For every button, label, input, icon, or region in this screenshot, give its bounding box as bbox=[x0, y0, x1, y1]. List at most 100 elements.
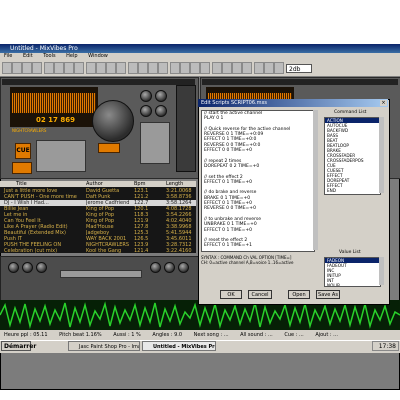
toolbar-button[interactable] bbox=[128, 62, 138, 74]
deck-left-cue-button[interactable]: CUE bbox=[15, 143, 31, 159]
toolbar-button[interactable] bbox=[2, 62, 12, 74]
playlist-cell-author: Kool the Gang bbox=[86, 248, 122, 254]
toolbar-button[interactable] bbox=[116, 62, 126, 74]
mixer-knob[interactable] bbox=[150, 262, 161, 273]
toolbar-button[interactable] bbox=[54, 62, 64, 74]
deck-left-header bbox=[2, 79, 195, 85]
playlist-cell-length: 3:22.4160 bbox=[166, 248, 192, 254]
taskbar-clock: 17:38 bbox=[372, 341, 399, 351]
script-editor[interactable]: // start the active channel PLAY 0 1// Qu… bbox=[201, 110, 315, 252]
command-list[interactable]: ACTION AUTOCUE BACKFWD BASS BEAT BEATLOOP BRAK… bbox=[324, 117, 381, 195]
taskbar-task-mixvibes[interactable]: Untitled - MixVibes Pro bbox=[142, 341, 216, 351]
column-title[interactable]: Title bbox=[16, 181, 27, 187]
mixer-knob[interactable] bbox=[22, 262, 33, 273]
deck-right-header bbox=[202, 79, 398, 85]
save-as-button[interactable]: Save As bbox=[316, 290, 340, 299]
window-title: Untitled - MixVibes Pro bbox=[0, 44, 400, 53]
column-length[interactable]: Length bbox=[166, 181, 183, 187]
menu-window[interactable]: Window bbox=[88, 53, 108, 59]
crossfader[interactable] bbox=[60, 270, 142, 278]
status-item: Angles : 9.0 bbox=[152, 332, 183, 338]
deck-left-play-button[interactable] bbox=[12, 162, 32, 174]
mixer-knob[interactable] bbox=[178, 262, 189, 273]
playlist-cell-bpm: 121.4 bbox=[134, 248, 149, 254]
deck-left-track: NIGHTCRAWLERS bbox=[12, 128, 47, 133]
toolbar-button[interactable] bbox=[242, 62, 252, 74]
toolbar-button[interactable] bbox=[12, 62, 22, 74]
menu-edit[interactable]: Edit bbox=[23, 53, 33, 59]
toolbar-button[interactable] bbox=[180, 62, 190, 74]
toolbar-button[interactable] bbox=[86, 62, 96, 74]
deck-left-loop-panel[interactable] bbox=[36, 140, 86, 172]
toolbar-button[interactable] bbox=[44, 62, 54, 74]
menu-bar: File Edit Tools Help Window bbox=[0, 53, 400, 60]
toolbar-button[interactable] bbox=[212, 62, 222, 74]
toolbar-button[interactable] bbox=[232, 62, 242, 74]
mixer-knob[interactable] bbox=[36, 262, 47, 273]
status-item: Heure ppl : 05.11 bbox=[4, 332, 48, 338]
toolbar-button[interactable] bbox=[158, 62, 168, 74]
command-list-item[interactable]: END bbox=[325, 188, 380, 193]
status-item: Aussi : 1 % bbox=[113, 332, 141, 338]
mixer-knob[interactable] bbox=[164, 262, 175, 273]
deck-left-jog-wheel[interactable] bbox=[92, 100, 134, 142]
toolbar-button[interactable] bbox=[32, 62, 42, 74]
script-line: EFFECT 0 1 TIME=+1 bbox=[204, 243, 252, 249]
toolbar-button[interactable] bbox=[22, 62, 32, 74]
playlist-rows: Just a little more love David Guetta 123.1… bbox=[0, 188, 196, 254]
taskbar-task-paintshop[interactable]: Jasc Paint Shop Pro - Ima... bbox=[68, 341, 140, 351]
syntax-text: SYNTAX : COMMAND Ch VAL OPTION [TIME=] C… bbox=[201, 255, 294, 265]
start-button[interactable]: Démarrer bbox=[1, 341, 36, 351]
zoom-select[interactable]: 2db bbox=[286, 64, 312, 73]
toolbar-button[interactable] bbox=[274, 62, 284, 74]
toolbar bbox=[0, 60, 400, 77]
status-item: Pitch beat 1.16% bbox=[59, 332, 102, 338]
playlist-row[interactable]: Celebration (cut mix) Kool the Gang 121.4 3… bbox=[0, 248, 196, 254]
column-bpm[interactable]: Bpm bbox=[134, 181, 145, 187]
status-item: Ajout : ... bbox=[315, 332, 338, 338]
deck-left-waveform bbox=[12, 93, 96, 113]
open-button[interactable]: Open bbox=[288, 290, 310, 299]
value-list-scrollbar[interactable] bbox=[379, 257, 384, 285]
playlist-cell-title: Celebration (cut mix) bbox=[4, 248, 58, 254]
toolbar-button[interactable] bbox=[200, 62, 210, 74]
status-bar: Heure ppl : 05.11 Pitch beat 1.16% Aussi… bbox=[0, 330, 400, 340]
deck-left-time: 02 17 869 bbox=[36, 116, 75, 124]
deck-left-pitch-slider[interactable] bbox=[140, 122, 170, 164]
menu-tools[interactable]: Tools bbox=[43, 53, 55, 59]
column-author[interactable]: Author bbox=[86, 181, 103, 187]
script-scrollbar[interactable] bbox=[313, 110, 318, 250]
toolbar-button[interactable] bbox=[190, 62, 200, 74]
toolbar-button[interactable] bbox=[148, 62, 158, 74]
value-list[interactable]: FADEON FADEOUT INC INITUP INT NOLIB bbox=[324, 257, 381, 287]
status-item: All sound : ... bbox=[240, 332, 273, 338]
deck-left-knob[interactable] bbox=[155, 90, 167, 102]
status-item: Next song : ... bbox=[193, 332, 229, 338]
toolbar-button[interactable] bbox=[138, 62, 148, 74]
toolbar-button[interactable] bbox=[106, 62, 116, 74]
ok-button[interactable]: OK bbox=[220, 290, 242, 299]
dialog-close-button[interactable]: × bbox=[380, 100, 387, 106]
toolbar-button[interactable] bbox=[64, 62, 74, 74]
value-list-item[interactable]: NOLIB bbox=[325, 283, 380, 286]
status-item: Cue : ... bbox=[284, 332, 304, 338]
deck-left-knob[interactable] bbox=[140, 90, 152, 102]
playlist-header: Title Author Bpm Length bbox=[0, 181, 196, 187]
toolbar-button[interactable] bbox=[264, 62, 274, 74]
deck-left-knob[interactable] bbox=[155, 105, 167, 117]
deck-left-knob[interactable] bbox=[140, 105, 152, 117]
command-list-label: Command List bbox=[334, 110, 367, 115]
toolbar-button[interactable] bbox=[222, 62, 232, 74]
command-list-scrollbar[interactable] bbox=[379, 117, 384, 193]
syntax-help: SYNTAX : COMMAND Ch VAL OPTION [TIME=] C… bbox=[201, 255, 319, 269]
deck-left-speed-button[interactable] bbox=[98, 143, 120, 153]
mixer-knob[interactable] bbox=[8, 262, 19, 273]
toolbar-button[interactable] bbox=[254, 62, 264, 74]
deck-left-vu-meter bbox=[176, 85, 196, 172]
toolbar-button[interactable] bbox=[96, 62, 106, 74]
menu-help[interactable]: Help bbox=[66, 53, 77, 59]
cancel-button[interactable]: Cancel bbox=[248, 290, 272, 299]
toolbar-button[interactable] bbox=[170, 62, 180, 74]
menu-file[interactable]: File bbox=[4, 53, 12, 59]
toolbar-button[interactable] bbox=[74, 62, 84, 74]
